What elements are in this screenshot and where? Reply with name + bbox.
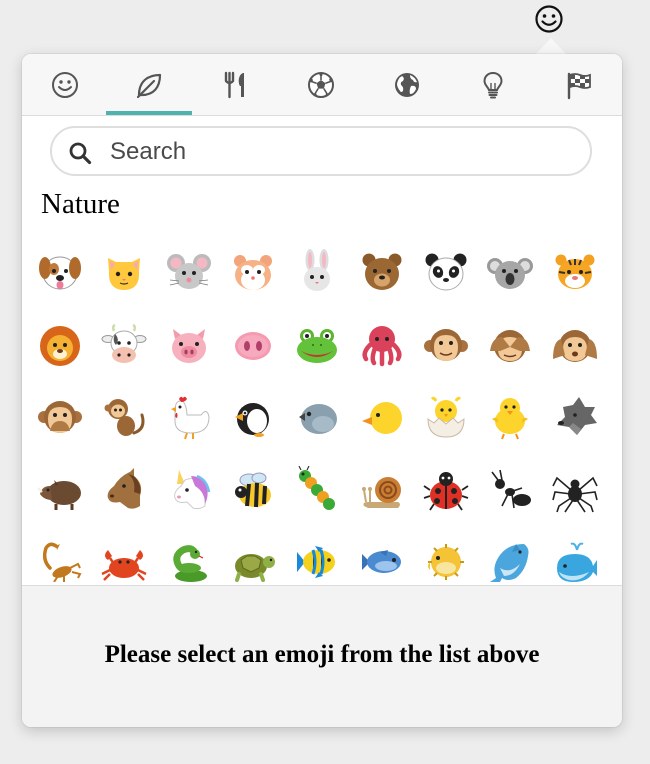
emoji-monkey-face[interactable] <box>414 309 478 382</box>
lightbulb-icon <box>483 71 503 98</box>
emoji-lion-face[interactable] <box>28 309 92 382</box>
search-input[interactable] <box>108 136 572 168</box>
emoji-boar[interactable] <box>28 454 92 527</box>
emoji-pig-nose[interactable] <box>221 309 285 382</box>
globe-icon <box>395 72 419 97</box>
emoji-mouse-face[interactable] <box>157 236 221 309</box>
emoji-turtle[interactable] <box>221 526 285 582</box>
emoji-chicken[interactable] <box>157 381 221 454</box>
popover-arrow <box>535 38 567 55</box>
emoji-tropical-fish[interactable] <box>285 526 349 582</box>
emoji-ant[interactable] <box>478 454 542 527</box>
tab-food[interactable] <box>192 54 278 115</box>
checkered-flag-icon <box>567 72 591 99</box>
tab-flags[interactable] <box>536 54 622 115</box>
selection-message: Please select an emoji from the list abo… <box>104 641 540 668</box>
soccer-ball-icon <box>308 71 334 98</box>
emoji-grid <box>28 236 616 582</box>
emoji-hear-no-evil-monkey[interactable] <box>542 309 606 382</box>
emoji-fish[interactable] <box>349 526 413 582</box>
tab-places[interactable] <box>364 54 450 115</box>
category-tab-bar <box>22 54 622 116</box>
emoji-see-no-evil-monkey[interactable] <box>478 309 542 382</box>
search-field[interactable] <box>50 126 592 176</box>
emoji-wolf-face[interactable] <box>542 381 606 454</box>
tab-activity[interactable] <box>278 54 364 115</box>
emoji-scorpion[interactable] <box>28 526 92 582</box>
emoji-panda-face[interactable] <box>414 236 478 309</box>
emoji-picker-panel: Nature <box>22 54 622 727</box>
emoji-hamster-face[interactable] <box>221 236 285 309</box>
fork-knife-icon <box>224 71 244 98</box>
emoji-baby-chick-head[interactable] <box>349 381 413 454</box>
emoji-cat-face[interactable] <box>92 236 156 309</box>
selection-footer: Please select an emoji from the list abo… <box>22 585 622 727</box>
emoji-spouting-whale[interactable] <box>542 526 606 582</box>
emoji-spider[interactable] <box>542 454 606 527</box>
emoji-crab[interactable] <box>92 526 156 582</box>
emoji-bear-face[interactable] <box>349 236 413 309</box>
emoji-front-facing-baby-chick[interactable] <box>478 381 542 454</box>
emoji-bird[interactable] <box>285 381 349 454</box>
emoji-octopus[interactable] <box>349 309 413 382</box>
emoji-snake[interactable] <box>157 526 221 582</box>
emoji-picker-trigger-icon[interactable] <box>533 3 565 35</box>
emoji-penguin[interactable] <box>221 381 285 454</box>
tab-nature[interactable] <box>106 54 192 115</box>
emoji-koala-face[interactable] <box>478 236 542 309</box>
section-title: Nature <box>41 188 120 220</box>
emoji-honeybee[interactable] <box>221 454 285 527</box>
emoji-rabbit-face[interactable] <box>285 236 349 309</box>
emoji-snail[interactable] <box>349 454 413 527</box>
emoji-frog-face[interactable] <box>285 309 349 382</box>
emoji-tiger-face[interactable] <box>542 236 606 309</box>
search-icon <box>69 142 92 165</box>
emoji-dog-face[interactable] <box>28 236 92 309</box>
emoji-unicorn-face[interactable] <box>157 454 221 527</box>
emoji-horse-face[interactable] <box>92 454 156 527</box>
emoji-dolphin[interactable] <box>478 526 542 582</box>
emoji-monkey[interactable] <box>92 381 156 454</box>
emoji-lady-beetle[interactable] <box>414 454 478 527</box>
emoji-pig-face[interactable] <box>157 309 221 382</box>
emoji-speak-no-evil-monkey[interactable] <box>28 381 92 454</box>
emoji-blowfish[interactable] <box>414 526 478 582</box>
smiley-icon <box>52 71 78 98</box>
tab-objects[interactable] <box>450 54 536 115</box>
leaf-icon <box>136 73 162 98</box>
tab-people[interactable] <box>22 54 108 115</box>
emoji-bug[interactable] <box>285 454 349 527</box>
emoji-cow-face[interactable] <box>92 309 156 382</box>
emoji-hatching-chick[interactable] <box>414 381 478 454</box>
